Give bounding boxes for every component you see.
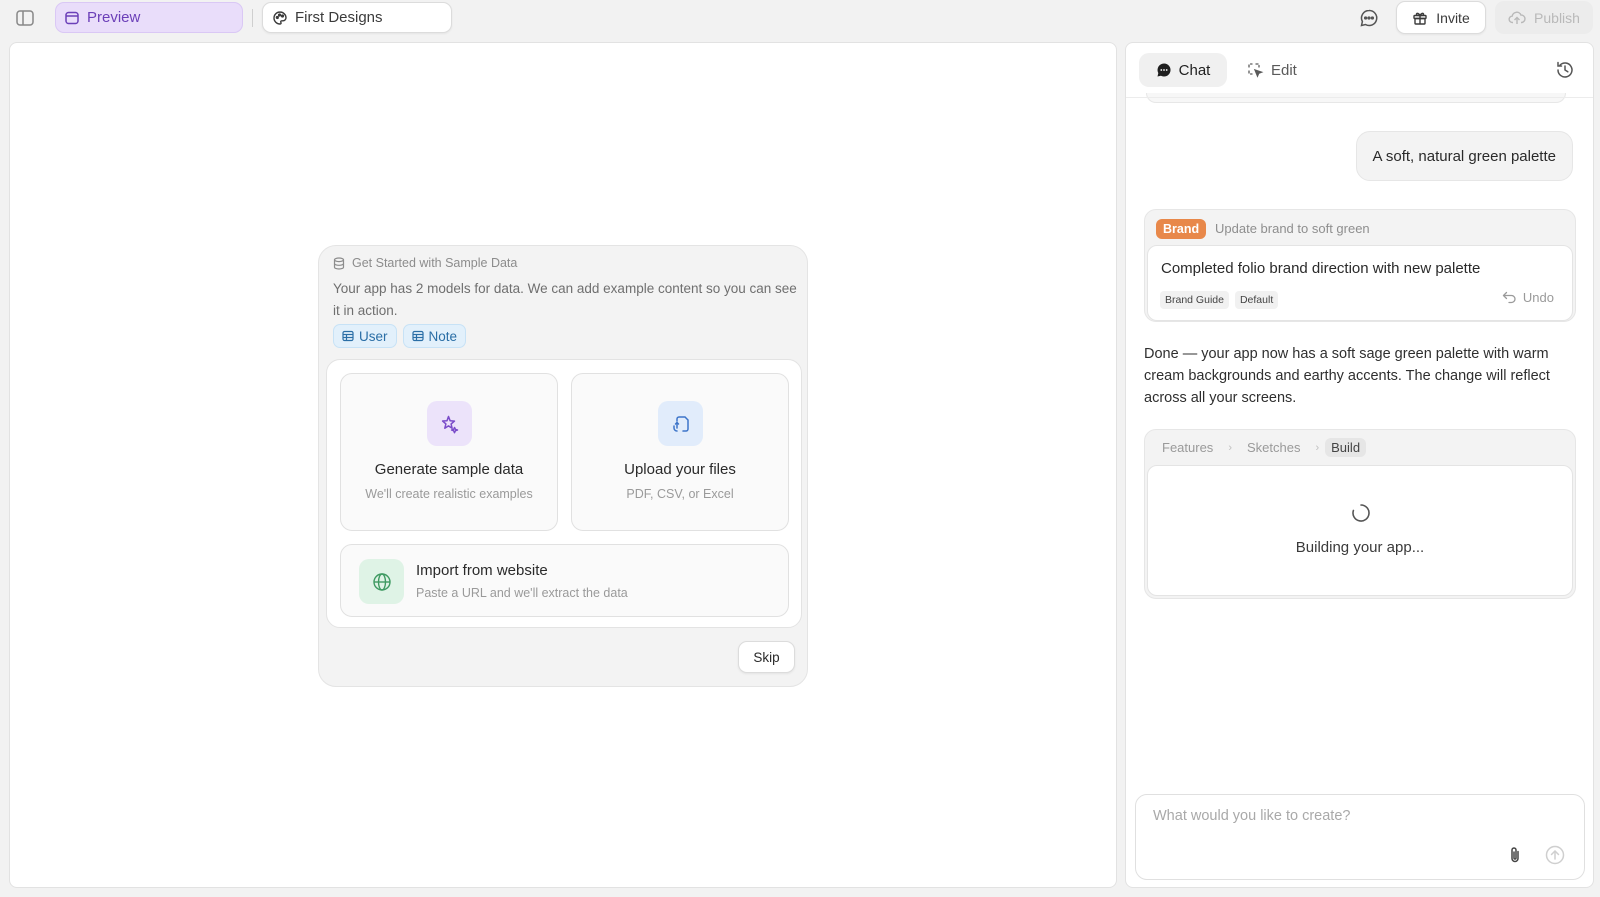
- import-subtitle: Paste a URL and we'll extract the data: [416, 586, 628, 600]
- import-title: Import from website: [416, 562, 548, 579]
- history-icon[interactable]: [1554, 59, 1576, 81]
- chevron-right-icon: ›: [1228, 441, 1232, 454]
- brand-chip-brand-guide[interactable]: Brand Guide: [1160, 291, 1229, 309]
- sample-data-description: Your app has 2 models for data. We can a…: [333, 281, 797, 318]
- preview-canvas: Get Started with Sample Data Your app ha…: [9, 42, 1117, 888]
- sparkle-icon: [427, 401, 472, 446]
- sample-data-card: Get Started with Sample Data Your app ha…: [318, 245, 808, 687]
- assistant-message: Done — your app now has a soft sage gree…: [1144, 346, 1550, 406]
- sample-data-title: Get Started with Sample Data: [352, 256, 518, 270]
- publish-label: Publish: [1534, 9, 1580, 26]
- tab-chat-label: Chat: [1178, 61, 1211, 79]
- option-subtitle: PDF, CSV, or Excel: [626, 487, 734, 501]
- build-steps: Features › Sketches › Build: [1153, 438, 1367, 457]
- top-bar: Preview First Designs Invite Publish: [0, 0, 1600, 36]
- gift-icon: [1412, 10, 1428, 26]
- brand-chip-default[interactable]: Default: [1234, 291, 1279, 309]
- model-chip-label: Note: [428, 328, 458, 344]
- upload-file-icon: [658, 401, 703, 446]
- undo-button[interactable]: Undo: [1502, 290, 1554, 305]
- loading-spinner-icon: [1351, 503, 1371, 523]
- tab-chat[interactable]: Chat: [1139, 53, 1227, 87]
- preview-label: Preview: [87, 9, 141, 26]
- step-sketches[interactable]: Sketches: [1238, 438, 1309, 457]
- upload-files-option[interactable]: Upload your files PDF, CSV, or Excel: [571, 373, 789, 531]
- generate-sample-data-option[interactable]: Generate sample data We'll create realis…: [340, 373, 558, 531]
- step-features[interactable]: Features: [1153, 438, 1222, 457]
- project-selector[interactable]: First Designs: [262, 2, 452, 33]
- database-icon: [333, 256, 345, 270]
- table-icon: [342, 330, 354, 342]
- build-status-panel: Building your app...: [1147, 465, 1573, 596]
- chat-composer: [1135, 794, 1585, 880]
- skip-button[interactable]: Skip: [738, 641, 795, 673]
- invite-label: Invite: [1436, 9, 1470, 26]
- user-message-bubble: A soft, natural green palette: [1355, 131, 1573, 181]
- brand-update-summary: Completed folio brand direction with new…: [1161, 260, 1481, 277]
- chat-input[interactable]: [1153, 808, 1563, 824]
- import-from-website-option[interactable]: Import from website Paste a URL and we'l…: [340, 544, 789, 617]
- project-name: First Designs: [295, 9, 383, 26]
- comments-icon[interactable]: [1358, 7, 1380, 29]
- chat-tabs: Chat Edit: [1126, 43, 1593, 98]
- option-subtitle: We'll create realistic examples: [365, 487, 533, 501]
- select-cursor-icon: [1246, 61, 1264, 79]
- chevron-right-icon: ›: [1315, 441, 1320, 454]
- model-chips: User Note: [333, 324, 467, 348]
- table-icon: [411, 330, 424, 342]
- undo-label: Undo: [1522, 290, 1554, 305]
- brand-tag: Brand: [1156, 219, 1207, 239]
- palette-icon: [272, 10, 288, 26]
- build-status-text: Building your app...: [1295, 539, 1425, 556]
- option-title: Generate sample data: [374, 461, 524, 478]
- sidebar-toggle-icon[interactable]: [14, 8, 36, 28]
- sample-data-header: Get Started with Sample Data: [333, 256, 517, 270]
- topbar-divider: [252, 9, 253, 27]
- tab-edit[interactable]: Edit: [1246, 53, 1297, 87]
- model-chip-label: User: [359, 328, 388, 344]
- publish-button[interactable]: Publish: [1495, 1, 1593, 34]
- undo-icon: [1502, 291, 1517, 304]
- sample-options-panel: Generate sample data We'll create realis…: [326, 359, 802, 628]
- chat-panel: Chat Edit A soft, natural green palette …: [1125, 42, 1594, 888]
- brand-update-title: Update brand to soft green: [1215, 221, 1370, 236]
- model-chip-user[interactable]: User: [333, 324, 397, 348]
- globe-icon: [359, 559, 404, 604]
- invite-button[interactable]: Invite: [1396, 1, 1486, 34]
- tab-edit-label: Edit: [1271, 61, 1297, 79]
- step-build[interactable]: Build: [1325, 438, 1367, 457]
- paperclip-icon[interactable]: [1504, 844, 1526, 866]
- brand-update-card: Brand Update brand to soft green Complet…: [1144, 209, 1576, 322]
- build-progress-card: Features › Sketches › Build Building you…: [1144, 429, 1576, 599]
- chat-bubble-icon: [1156, 62, 1172, 78]
- brand-update-detail: Completed folio brand direction with new…: [1147, 245, 1573, 321]
- model-chip-note[interactable]: Note: [402, 324, 467, 348]
- preview-tab[interactable]: Preview: [55, 2, 243, 33]
- browser-window-icon: [64, 10, 80, 26]
- option-title: Upload your files: [624, 461, 736, 478]
- brand-chips: Brand Guide Default: [1160, 291, 1279, 309]
- send-arrow-icon[interactable]: [1544, 844, 1566, 866]
- cloud-upload-icon: [1508, 10, 1526, 26]
